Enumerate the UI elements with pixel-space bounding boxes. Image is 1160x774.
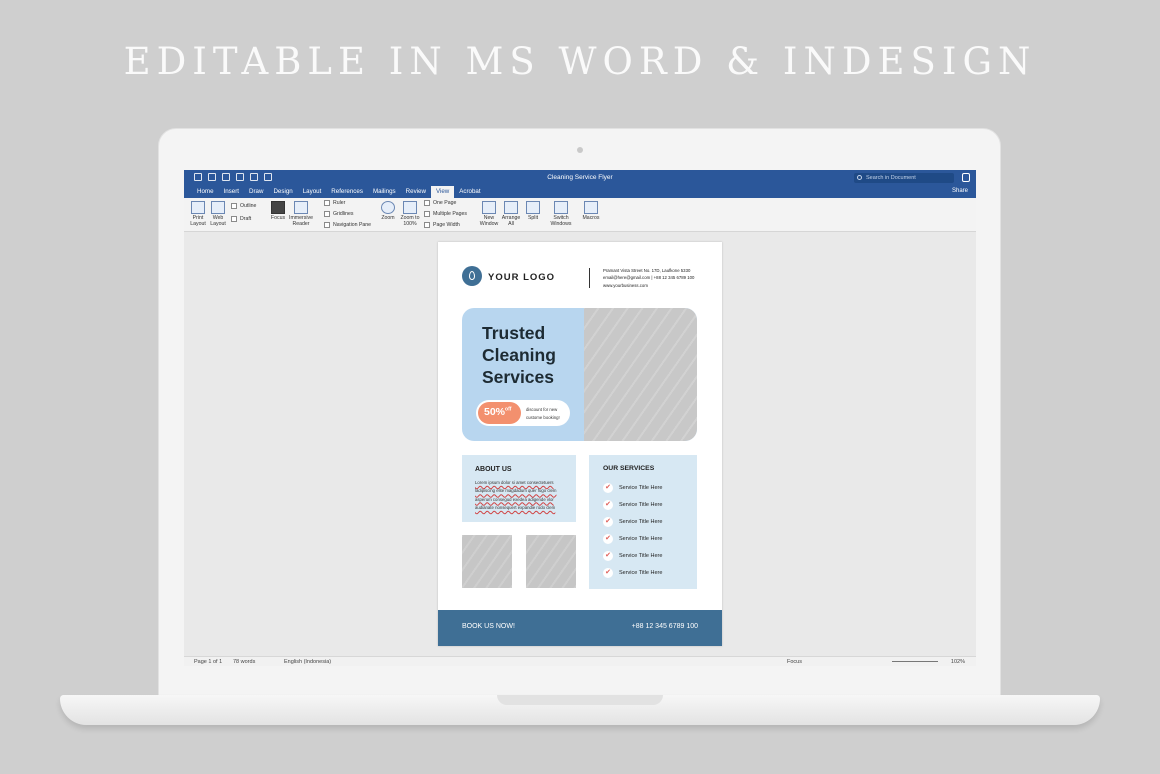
discount-text: discount for new custome booking! <box>526 407 560 420</box>
switch-windows-icon <box>554 201 568 214</box>
image-placeholder-2 <box>526 535 576 588</box>
cta-footer: BOOK US NOW! +88 12 345 6789 100 <box>438 610 722 646</box>
search-input[interactable]: Search in Document <box>854 173 954 183</box>
discount-pill: 50%off discount for new custome booking! <box>476 400 570 426</box>
macros-icon <box>584 201 598 214</box>
arrange-all-icon <box>504 201 518 214</box>
logo-text: YOUR LOGO <box>488 272 556 283</box>
draft-button[interactable]: Draft <box>231 216 251 222</box>
zoom-button[interactable]: Zoom <box>378 201 398 221</box>
headline: EDITABLE IN MS WORD & INDESIGN <box>123 40 1037 83</box>
tab-mailings[interactable]: Mailings <box>368 186 401 198</box>
print-layout-icon <box>191 201 205 214</box>
search-icon <box>857 175 862 180</box>
contact-block: Pramant Vista Street No. 17D, Laufkone 5… <box>603 267 694 289</box>
tab-insert[interactable]: Insert <box>219 186 244 198</box>
immersive-reader-button[interactable]: Immersive Reader <box>288 201 314 227</box>
check-icon: ✔ <box>603 500 613 510</box>
contact-address: Pramant Vista Street No. 17D, Laufkone 5… <box>603 268 691 273</box>
split-icon <box>526 201 540 214</box>
flyer-page[interactable]: YOUR LOGO Pramant Vista Street No. 17D, … <box>438 242 722 646</box>
image-placeholder-1 <box>462 535 512 588</box>
tab-design[interactable]: Design <box>268 186 297 198</box>
tab-layout[interactable]: Layout <box>298 186 327 198</box>
outline-icon <box>231 203 237 209</box>
service-item: ✔ Service Title Here <box>603 534 662 544</box>
header-divider <box>589 268 590 288</box>
gridlines-checkbox[interactable]: Gridlines <box>324 211 353 217</box>
language[interactable]: English (Indonesia) <box>284 659 331 665</box>
web-layout-button[interactable]: Web Layout <box>208 201 228 227</box>
check-icon: ✔ <box>603 551 613 561</box>
hero-image-placeholder <box>584 308 697 441</box>
print-layout-button[interactable]: Print Layout <box>188 201 208 227</box>
service-item: ✔ Service Title Here <box>603 568 662 578</box>
ribbon: Print Layout Web Layout Outline Draft Fo… <box>184 198 976 232</box>
navigation-pane-checkbox[interactable]: Navigation Pane <box>324 222 371 228</box>
hero-card: Trusted Cleaning Services 50%off discoun… <box>462 308 697 441</box>
user-icon[interactable] <box>962 173 970 182</box>
check-icon: ✔ <box>603 517 613 527</box>
ruler-checkbox[interactable]: Ruler <box>324 200 345 206</box>
service-item: ✔ Service Title Here <box>603 500 662 510</box>
zoom-100-button[interactable]: Zoom to 100% <box>398 201 422 227</box>
laptop-notch <box>497 695 663 705</box>
service-item: ✔ Service Title Here <box>603 551 662 561</box>
document-canvas[interactable]: YOUR LOGO Pramant Vista Street No. 17D, … <box>184 232 976 656</box>
zoom-icon <box>381 201 395 214</box>
multiple-pages-button[interactable]: Multiple Pages <box>424 211 467 217</box>
tab-view[interactable]: View <box>430 186 455 198</box>
page-count[interactable]: Page 1 of 1 <box>194 659 222 665</box>
draft-icon <box>231 216 237 222</box>
immersive-reader-icon <box>294 201 308 214</box>
tab-draw[interactable]: Draw <box>244 186 268 198</box>
new-window-icon <box>482 201 496 214</box>
discount-badge: 50%off <box>478 402 521 424</box>
new-window-button[interactable]: New Window <box>478 201 500 227</box>
web-layout-icon <box>211 201 225 214</box>
about-section: ABOUT US Lorem ipsum dolor si amet conse… <box>462 455 576 522</box>
check-icon: ✔ <box>603 568 613 578</box>
zoom-slider[interactable] <box>892 661 938 662</box>
tab-acrobat[interactable]: Acrobat <box>454 186 485 198</box>
zoom-level[interactable]: 102% <box>951 659 965 665</box>
drop-icon <box>469 271 475 280</box>
check-icon: ✔ <box>603 534 613 544</box>
tab-home[interactable]: Home <box>192 186 219 198</box>
contact-website: www.yourbusiness.com <box>603 282 648 288</box>
page-width-button[interactable]: Page Width <box>424 222 460 228</box>
footer-phone: +88 12 345 6789 100 <box>631 623 698 630</box>
cta-text: BOOK US NOW! <box>462 623 515 630</box>
ribbon-tabs: Home Insert Draw Design Layout Reference… <box>184 186 976 198</box>
search-placeholder: Search in Document <box>866 175 916 181</box>
services-section: OUR SERVICES ✔ Service Title Here ✔ Servic… <box>589 455 697 589</box>
focus-status[interactable]: Focus <box>787 659 802 665</box>
services-title: OUR SERVICES <box>603 465 655 472</box>
camera-dot <box>577 147 583 153</box>
macros-button[interactable]: Macros <box>580 201 602 221</box>
share-button[interactable]: Share <box>952 188 968 194</box>
about-text: Lorem ipsum dolor si amet consectetuers … <box>475 480 557 510</box>
service-item: ✔ Service Title Here <box>603 483 662 493</box>
title-bar: Cleaning Service Flyer Search in Documen… <box>184 170 976 186</box>
contact-email-phone: email@here@gmail.com | +88 12 345 6789 1… <box>603 275 695 281</box>
split-button[interactable]: Split <box>522 201 544 221</box>
about-title: ABOUT US <box>475 466 512 473</box>
tab-review[interactable]: Review <box>401 186 431 198</box>
word-count[interactable]: 78 words <box>233 659 255 665</box>
hero-title: Trusted Cleaning Services <box>482 323 556 387</box>
status-bar: Page 1 of 1 78 words English (Indonesia)… <box>184 656 976 666</box>
service-item: ✔ Service Title Here <box>603 517 662 527</box>
outline-button[interactable]: Outline <box>231 203 256 209</box>
arrange-all-button[interactable]: Arrange All <box>500 201 522 227</box>
one-page-button[interactable]: One Page <box>424 200 456 206</box>
word-window: Cleaning Service Flyer Search in Documen… <box>184 170 976 666</box>
zoom-100-icon <box>403 201 417 214</box>
focus-button[interactable]: Focus <box>268 201 288 221</box>
check-icon: ✔ <box>603 483 613 493</box>
switch-windows-button[interactable]: Switch Windows <box>546 201 576 227</box>
tab-references[interactable]: References <box>326 186 368 198</box>
focus-icon <box>271 201 285 214</box>
